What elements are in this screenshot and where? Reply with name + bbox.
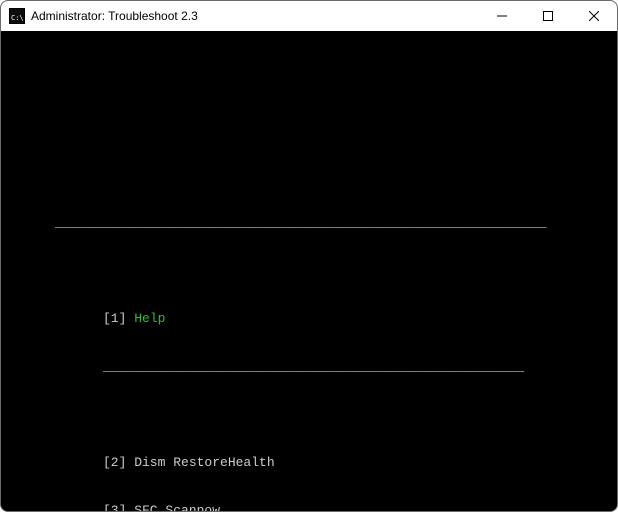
titlebar[interactable]: C:\ Administrator: Troubleshoot 2.3 bbox=[1, 1, 617, 31]
maximize-button[interactable] bbox=[525, 1, 571, 31]
menu-item-dism: [2] Dism RestoreHealth bbox=[7, 455, 607, 471]
cmd-icon: C:\ bbox=[9, 8, 25, 24]
terminal-area[interactable]: ________________________________________… bbox=[1, 31, 617, 511]
close-button[interactable] bbox=[571, 1, 617, 31]
divider-1: ________________________________________… bbox=[7, 359, 607, 375]
menu-item-help: [1] Help bbox=[7, 311, 607, 327]
menu-item-sfc: [3] SFC Scannow bbox=[7, 503, 607, 511]
svg-text:C:\: C:\ bbox=[11, 14, 24, 22]
app-window: C:\ Administrator: Troubleshoot 2.3 ____… bbox=[0, 0, 618, 512]
divider-top: ________________________________________… bbox=[7, 215, 607, 231]
minimize-button[interactable] bbox=[479, 1, 525, 31]
menu-key-1: [1] bbox=[103, 311, 134, 326]
window-title: Administrator: Troubleshoot 2.3 bbox=[31, 9, 198, 23]
menu-label-help: Help bbox=[134, 311, 165, 326]
